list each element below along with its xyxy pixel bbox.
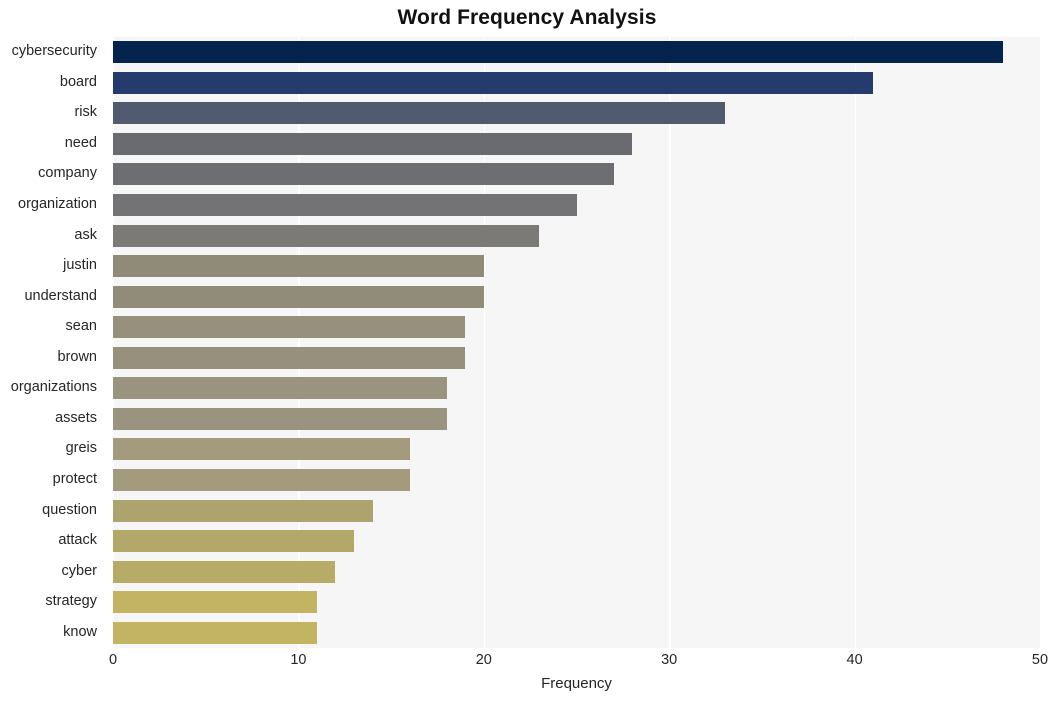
gridline-x-0 — [113, 37, 115, 648]
bar-board — [113, 71, 874, 94]
y-tick-label-question: question — [42, 501, 97, 518]
y-tick-label-board: board — [59, 73, 97, 90]
bar-company — [113, 163, 614, 186]
gridline-x-10 — [298, 37, 300, 648]
x-tick-label-0: 0 — [108, 652, 118, 668]
bar-protect — [113, 468, 410, 491]
bar-justin — [113, 255, 484, 278]
bar-row — [113, 591, 1040, 614]
gridline-x-20 — [483, 37, 486, 648]
x-tick-label-40: 40 — [846, 652, 863, 668]
bar-row — [113, 560, 1040, 583]
y-tick-label-cybersecurity: cybersecurity — [11, 43, 97, 60]
bar-need — [113, 132, 633, 155]
bar-row — [113, 255, 1040, 278]
x-axis-tick-labels: 0 10 20 30 40 50 — [109, 652, 1048, 674]
x-axis-label: Frequency — [541, 675, 612, 692]
gridline-x-30 — [669, 37, 671, 648]
bar-strategy — [113, 591, 317, 614]
bar-row — [113, 224, 1040, 247]
bar-row — [113, 377, 1040, 400]
bar-row — [113, 285, 1040, 308]
bar-cyber — [113, 560, 336, 583]
y-tick-label-strategy: strategy — [45, 593, 97, 610]
y-tick-label-protect: protect — [52, 470, 97, 487]
y-tick-label-assets: assets — [55, 409, 97, 426]
bar-row — [113, 316, 1040, 339]
bar-row — [113, 407, 1040, 430]
y-tick-label-brown: brown — [57, 348, 98, 365]
bar-risk — [113, 102, 725, 125]
y-tick-label-ask: ask — [74, 226, 97, 243]
bar-organizations — [113, 377, 447, 400]
bar-row — [113, 621, 1040, 644]
bar-attack — [113, 530, 355, 553]
chart-figure: Word Frequency Analysis cybersecurity boa… — [0, 0, 1054, 701]
gridline-x-40 — [854, 37, 856, 648]
y-tick-label-understand: understand — [24, 287, 97, 304]
bar-row — [113, 71, 1040, 94]
y-tick-label-sean: sean — [65, 318, 97, 335]
bar-greis — [113, 438, 410, 461]
bar-row — [113, 499, 1040, 522]
chart-title: Word Frequency Analysis — [397, 6, 657, 29]
y-tick-label-company: company — [38, 165, 97, 182]
bar-ask — [113, 224, 540, 247]
y-tick-label-need: need — [64, 134, 97, 151]
bar-know — [113, 621, 317, 644]
y-tick-label-risk: risk — [74, 104, 97, 121]
y-tick-label-organization: organization — [18, 196, 97, 213]
bar-understand — [113, 285, 484, 308]
bar-assets — [113, 407, 447, 430]
y-tick-label-cyber: cyber — [61, 562, 97, 579]
bar-sean — [113, 316, 466, 339]
plot-area — [113, 37, 1040, 648]
bar-row — [113, 438, 1040, 461]
y-tick-label-justin: justin — [63, 257, 97, 274]
y-tick-label-organizations: organizations — [10, 379, 97, 396]
bar-brown — [113, 346, 466, 369]
y-tick-label-know: know — [63, 623, 97, 640]
bar-row — [113, 468, 1040, 491]
y-axis-tick-labels: cybersecurity board risk need company organiz… — [0, 37, 105, 648]
bar-row — [113, 194, 1040, 216]
bar-row — [113, 346, 1040, 369]
x-tick-label-20: 20 — [475, 652, 492, 668]
bar-question — [113, 499, 373, 522]
y-tick-label-attack: attack — [58, 532, 97, 549]
bar-row — [113, 41, 1040, 64]
bar-row — [113, 132, 1040, 155]
x-tick-label-10: 10 — [290, 652, 307, 668]
bar-row — [113, 163, 1040, 186]
bar-row — [113, 102, 1040, 125]
x-tick-label-30: 30 — [661, 652, 678, 668]
bar-organization — [113, 194, 577, 216]
bar-cybersecurity — [113, 41, 1003, 64]
bar-row — [113, 530, 1040, 553]
y-tick-label-greis: greis — [65, 440, 97, 457]
x-tick-label-50: 50 — [1031, 652, 1049, 668]
